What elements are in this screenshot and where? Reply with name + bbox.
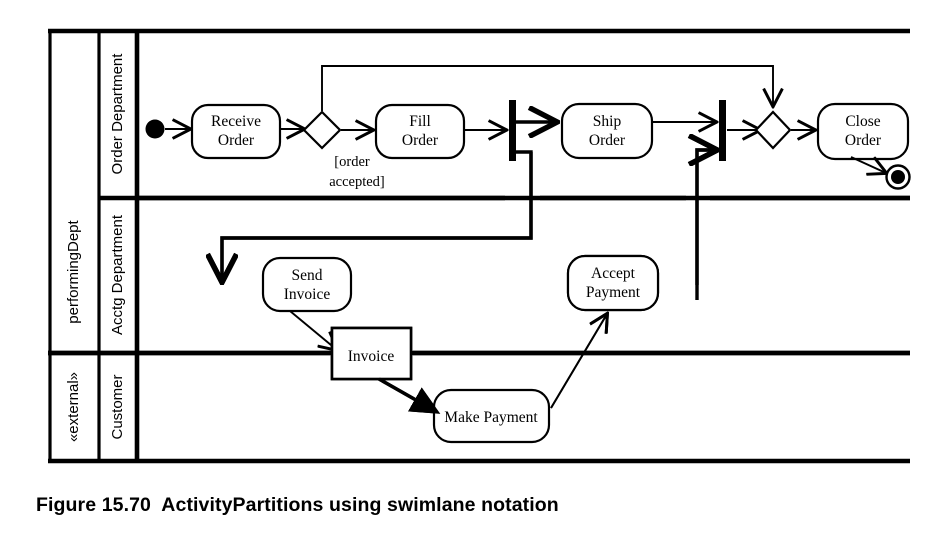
final-node-inner-disc xyxy=(891,170,905,184)
activity-diagram: performingDept «external» Order Departme… xyxy=(48,28,911,464)
decision-node[interactable] xyxy=(302,110,342,150)
object-node-invoice-overlay: Invoice xyxy=(330,326,413,381)
join-node xyxy=(719,100,726,161)
fork-node xyxy=(509,100,516,161)
action-fill-order-label-1: Fill xyxy=(409,113,431,130)
action-send-invoice-label-2: Invoice xyxy=(284,286,331,303)
figure-container: performingDept «external» Order Departme… xyxy=(0,0,945,540)
action-close-order-label-2: Order xyxy=(845,132,882,149)
outer-partition-label-external: «external» xyxy=(65,372,82,442)
action-send-invoice-label-1: Send xyxy=(292,267,323,284)
flow-invoice-to-make-payment-overlay xyxy=(378,377,441,414)
action-fill-order-label-2: Order xyxy=(402,132,439,149)
guard-order-accepted-line-1: [order xyxy=(334,154,370,170)
action-make-payment[interactable]: Make Payment xyxy=(432,388,551,444)
flow-make-payment-to-accept-payment-overlay xyxy=(550,314,607,409)
action-send-invoice-shape xyxy=(261,256,353,313)
action-send-invoice[interactable]: Send Invoice xyxy=(261,256,353,313)
figure-caption: Figure 15.70 ActivityPartitions using sw… xyxy=(36,494,559,516)
activity-final-node xyxy=(885,164,911,190)
action-accept-payment-label-2-overlay: Payment xyxy=(586,284,641,301)
flow-accept-payment-to-join-overlay xyxy=(697,150,716,300)
partition-labels: performingDept «external» Order Departme… xyxy=(65,53,126,442)
action-ship-order-label-1: Ship xyxy=(593,113,622,130)
guard-order-accepted-line-2: accepted] xyxy=(329,174,385,190)
action-make-payment-label: Make Payment xyxy=(444,409,538,426)
object-node-invoice-label-overlay: Invoice xyxy=(348,348,395,365)
initial-node xyxy=(145,119,165,139)
action-receive-order-label-2: Order xyxy=(218,132,255,149)
action-ship-order[interactable]: Ship Order xyxy=(560,102,654,160)
action-fill-order[interactable]: Fill Order xyxy=(374,103,466,160)
action-close-order[interactable]: Close Order xyxy=(816,102,910,161)
outer-partition-label-performing-dept: performingDept xyxy=(65,219,82,323)
action-receive-order-label-1: Receive xyxy=(211,113,261,130)
flow-accept-payment-to-join xyxy=(697,150,716,285)
action-ship-order-label-2: Order xyxy=(589,132,626,149)
action-receive-order[interactable]: Receive Order xyxy=(190,103,282,160)
action-close-order-label-1: Close xyxy=(845,113,880,130)
flow-send-invoice-to-invoice-object xyxy=(289,310,337,350)
merge-node[interactable] xyxy=(754,110,792,150)
action-accept-payment-label-1-overlay: Accept xyxy=(591,265,636,282)
lane-label-order-department: Order Department xyxy=(109,53,126,175)
action-accept-payment-overlay: Accept Payment xyxy=(566,254,660,312)
lane-divider-overlays xyxy=(48,195,910,356)
lane-label-customer: Customer xyxy=(109,374,126,439)
lane-label-acctg-department: Acctg Department xyxy=(109,214,126,335)
